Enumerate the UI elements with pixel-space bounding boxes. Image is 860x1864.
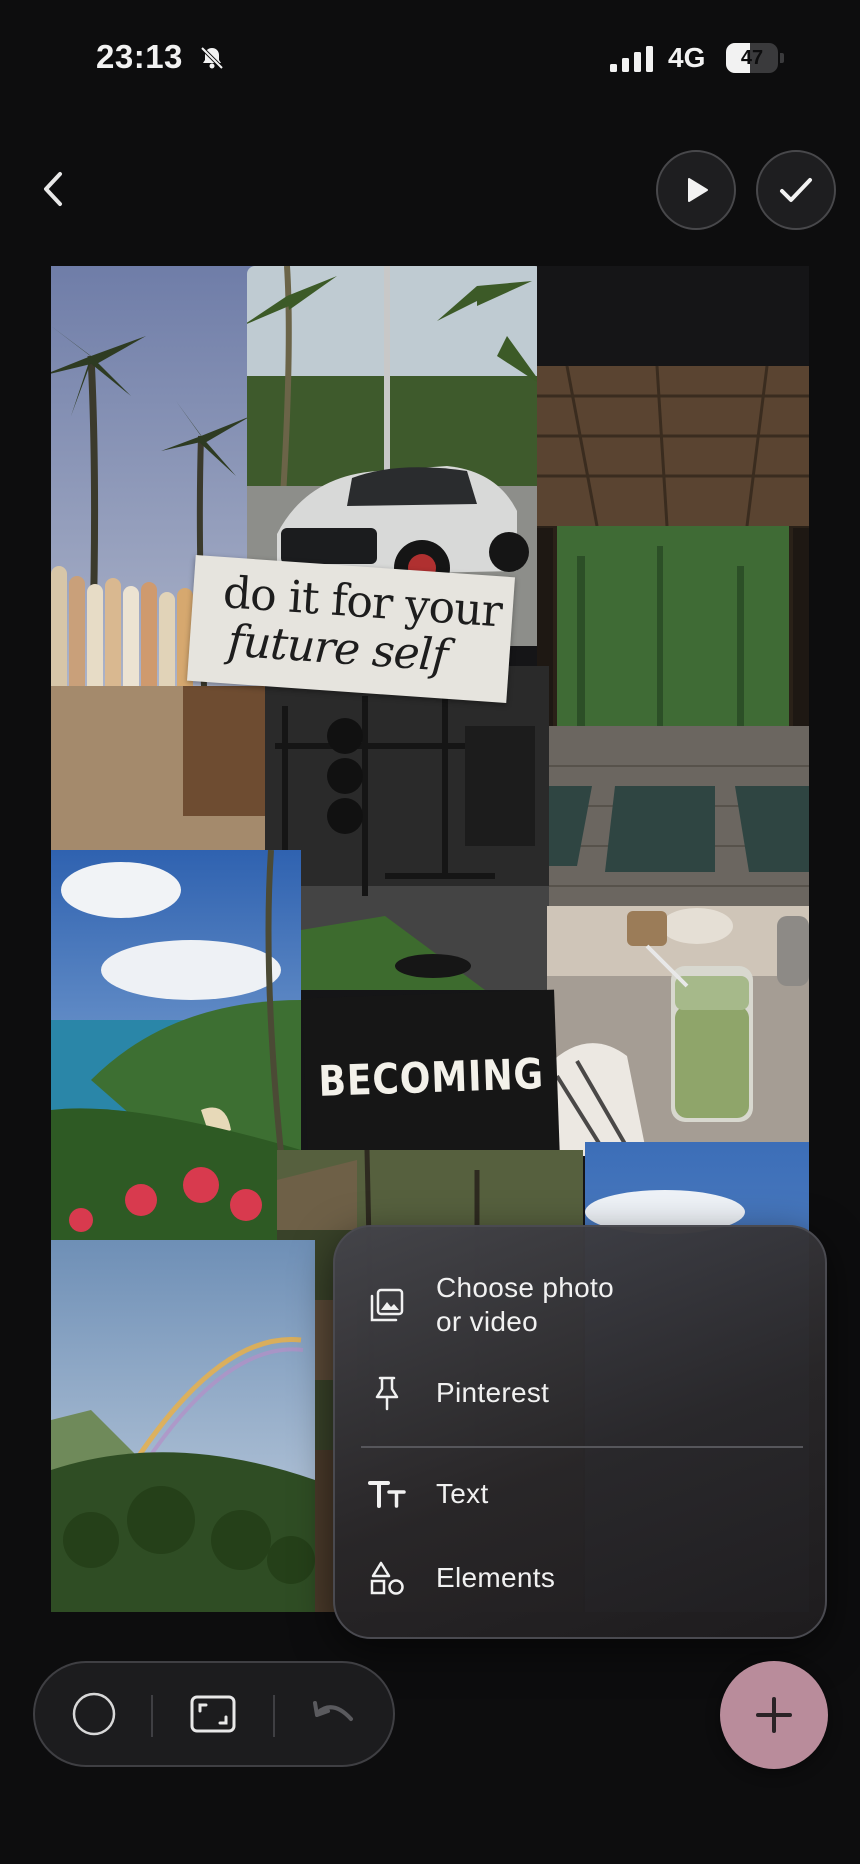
menu-label-choose-photo-line1: Choose photo	[436, 1272, 614, 1303]
photo-library-icon	[367, 1285, 407, 1325]
undo-button[interactable]	[301, 1681, 367, 1747]
menu-item-choose-photo[interactable]: Choose photo or video	[335, 1257, 829, 1353]
bell-off-icon	[200, 46, 224, 70]
battery-icon: 47	[726, 43, 784, 73]
text-size-icon	[367, 1474, 407, 1514]
menu-item-pinterest[interactable]: Pinterest	[335, 1359, 829, 1427]
caption-sticker[interactable]: BECOMING	[302, 989, 560, 1165]
network-type: 4G	[668, 42, 706, 73]
menu-label-pinterest: Pinterest	[436, 1377, 550, 1408]
preview-play-button[interactable]	[656, 150, 736, 230]
add-button[interactable]	[720, 1661, 828, 1769]
photo-tropical-coastline[interactable]	[51, 850, 301, 1242]
editor-toolbar	[33, 1661, 395, 1767]
status-time: 23:13	[96, 38, 183, 75]
photo-matcha-latte[interactable]	[547, 906, 809, 1156]
menu-label-choose-photo-line2: or video	[436, 1306, 539, 1337]
menu-divider	[361, 1446, 803, 1448]
cellular-signal-icon	[610, 46, 653, 72]
aspect-ratio-button[interactable]	[180, 1681, 246, 1747]
menu-label-text: Text	[436, 1478, 489, 1509]
photo-gym-equipment[interactable]	[265, 666, 549, 990]
toolbar-separator	[273, 1695, 275, 1737]
photo-rainbow-mountains[interactable]	[51, 1240, 315, 1612]
back-button[interactable]	[30, 166, 76, 212]
add-menu-popup: Choose photo or video Pinterest Text Ele…	[333, 1225, 827, 1639]
chevron-left-icon	[44, 172, 62, 206]
shape-tool-button[interactable]	[61, 1681, 127, 1747]
caption-text: BECOMING	[317, 1048, 545, 1106]
battery-level: 47	[740, 47, 764, 69]
aspect-ratio-icon	[190, 1695, 236, 1733]
checkmark-icon	[780, 178, 812, 202]
shapes-icon	[367, 1558, 407, 1598]
toolbar-separator	[151, 1695, 153, 1737]
menu-item-elements[interactable]: Elements	[335, 1543, 829, 1613]
quote-sticker[interactable]: do it for your future self	[186, 554, 516, 704]
status-bar: 23:13 4G 47	[0, 0, 860, 118]
photo-yoga-pavilion[interactable]	[537, 266, 809, 912]
pushpin-icon	[367, 1373, 407, 1413]
done-button[interactable]	[756, 150, 836, 230]
circle-shape-icon	[72, 1692, 116, 1736]
menu-label-elements: Elements	[436, 1562, 556, 1593]
menu-item-text[interactable]: Text	[335, 1459, 829, 1529]
plus-icon	[756, 1697, 792, 1733]
play-icon	[688, 178, 708, 202]
undo-icon	[313, 1701, 353, 1721]
